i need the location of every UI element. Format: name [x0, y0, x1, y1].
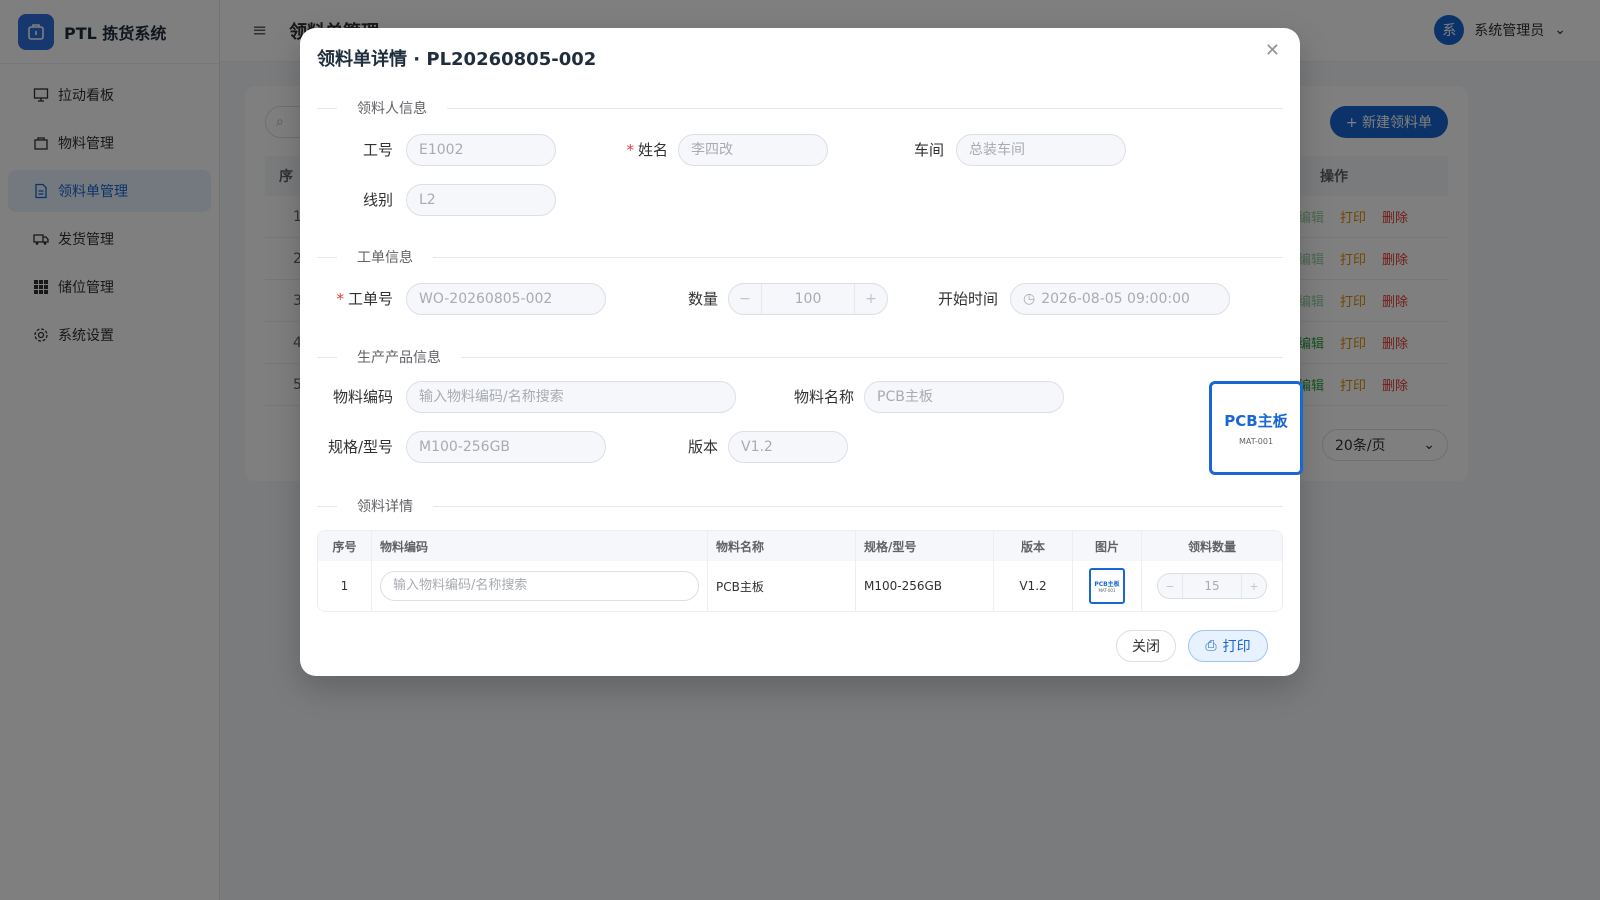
workshop-label: 车间 [913, 141, 944, 159]
section-title: 工单信息 [337, 247, 433, 267]
clock-icon: ◷ [1023, 291, 1036, 307]
start-time-field[interactable]: ◷ 2026-08-05 09:00:00 [1010, 283, 1230, 315]
table-row: 1 输入物料编码/名称搜索 PCB主板 M100-256GB V1.2 PCB主… [318, 561, 1282, 611]
row-spec: M100-256GB [856, 561, 994, 611]
product-name-field[interactable]: PCB主板 [864, 381, 1064, 413]
qty-value: 100 [761, 284, 855, 314]
column-header: 规格/型号 [856, 531, 994, 561]
row-image-cell: PCB主板 MAT-001 [1073, 561, 1142, 611]
dialog-title: 领料单详情 · PL20260805-002 [317, 49, 597, 70]
start-time-label: 开始时间 [937, 290, 998, 308]
section-requester: 领料人信息 [317, 98, 1283, 118]
material-code-input[interactable]: 输入物料编码/名称搜索 [380, 571, 699, 601]
wo-field[interactable]: WO-20260805-002 [406, 283, 606, 315]
product-image-title: PCB主板 [1224, 412, 1288, 430]
increment-button[interactable]: + [855, 284, 887, 314]
detail-table: 序号 物料编码 物料名称 规格/型号 版本 图片 领料数量 1 输入物料编码/名… [317, 530, 1283, 612]
column-header: 领料数量 [1187, 539, 1236, 554]
product-name-label: 物料名称 [793, 388, 854, 406]
qty-value: 15 [1182, 574, 1242, 598]
qty-stepper[interactable]: − 100 + [728, 283, 888, 315]
detail-table-header: 序号 物料编码 物料名称 规格/型号 版本 图片 领料数量 [318, 531, 1282, 561]
section-title: 生产产品信息 [337, 347, 461, 367]
spec-label: 规格/型号 [327, 438, 393, 456]
row-version: V1.2 [994, 561, 1073, 611]
column-header: 版本 [994, 531, 1073, 561]
row-qty-cell: − 15 + [1142, 561, 1282, 611]
column-header: 图片 [1073, 531, 1142, 561]
row-name: PCB主板 [708, 561, 856, 611]
name-field[interactable]: 李四改 [678, 134, 828, 166]
decrement-button[interactable]: − [729, 284, 761, 314]
column-header: 物料编码 [372, 531, 708, 561]
emp-no-label: 工号 [362, 141, 393, 159]
section-title: 领料人信息 [337, 98, 447, 118]
workshop-field[interactable]: 总装车间 [956, 134, 1126, 166]
column-header: 物料名称 [708, 531, 856, 561]
row-index: 1 [318, 561, 372, 611]
picklist-detail-dialog: 领料单详情 · PL20260805-002 ✕ 领料人信息 工号 E1002 … [300, 28, 1303, 676]
section-details: 领料详情 [317, 496, 1283, 516]
version-field[interactable]: V1.2 [728, 431, 848, 463]
product-code-input[interactable]: 输入物料编码/名称搜索 [406, 381, 736, 413]
emp-no-field[interactable]: E1002 [406, 134, 556, 166]
line-field[interactable]: L2 [406, 184, 556, 216]
column-header: 序号 [318, 531, 372, 561]
line-label: 线别 [362, 191, 393, 209]
product-code-label: 物料编码 [332, 388, 393, 406]
product-image-code: MAT-001 [1238, 437, 1274, 446]
section-title: 领料详情 [337, 496, 433, 516]
printer-icon: ⎙ [1205, 638, 1217, 654]
increment-button[interactable]: + [1242, 574, 1266, 598]
qty-stepper[interactable]: − 15 + [1157, 573, 1267, 599]
name-label: * 姓名 [626, 141, 668, 159]
product-image[interactable]: PCB主板 MAT-001 [1209, 381, 1303, 475]
version-label: 版本 [687, 438, 718, 456]
qty-label: 数量 [687, 290, 718, 308]
row-code-cell: 输入物料编码/名称搜索 [372, 561, 708, 611]
spec-field[interactable]: M100-256GB [406, 431, 606, 463]
close-icon[interactable]: ✕ [1265, 40, 1280, 61]
close-button[interactable]: 关闭 [1116, 630, 1176, 662]
decrement-button[interactable]: − [1158, 574, 1182, 598]
print-button[interactable]: ⎙ 打印 [1188, 630, 1268, 662]
section-product: 生产产品信息 [317, 347, 1283, 367]
wo-label: * 工单号 [336, 290, 393, 308]
section-work-order: 工单信息 [317, 247, 1283, 267]
material-thumbnail[interactable]: PCB主板 MAT-001 [1089, 568, 1125, 604]
